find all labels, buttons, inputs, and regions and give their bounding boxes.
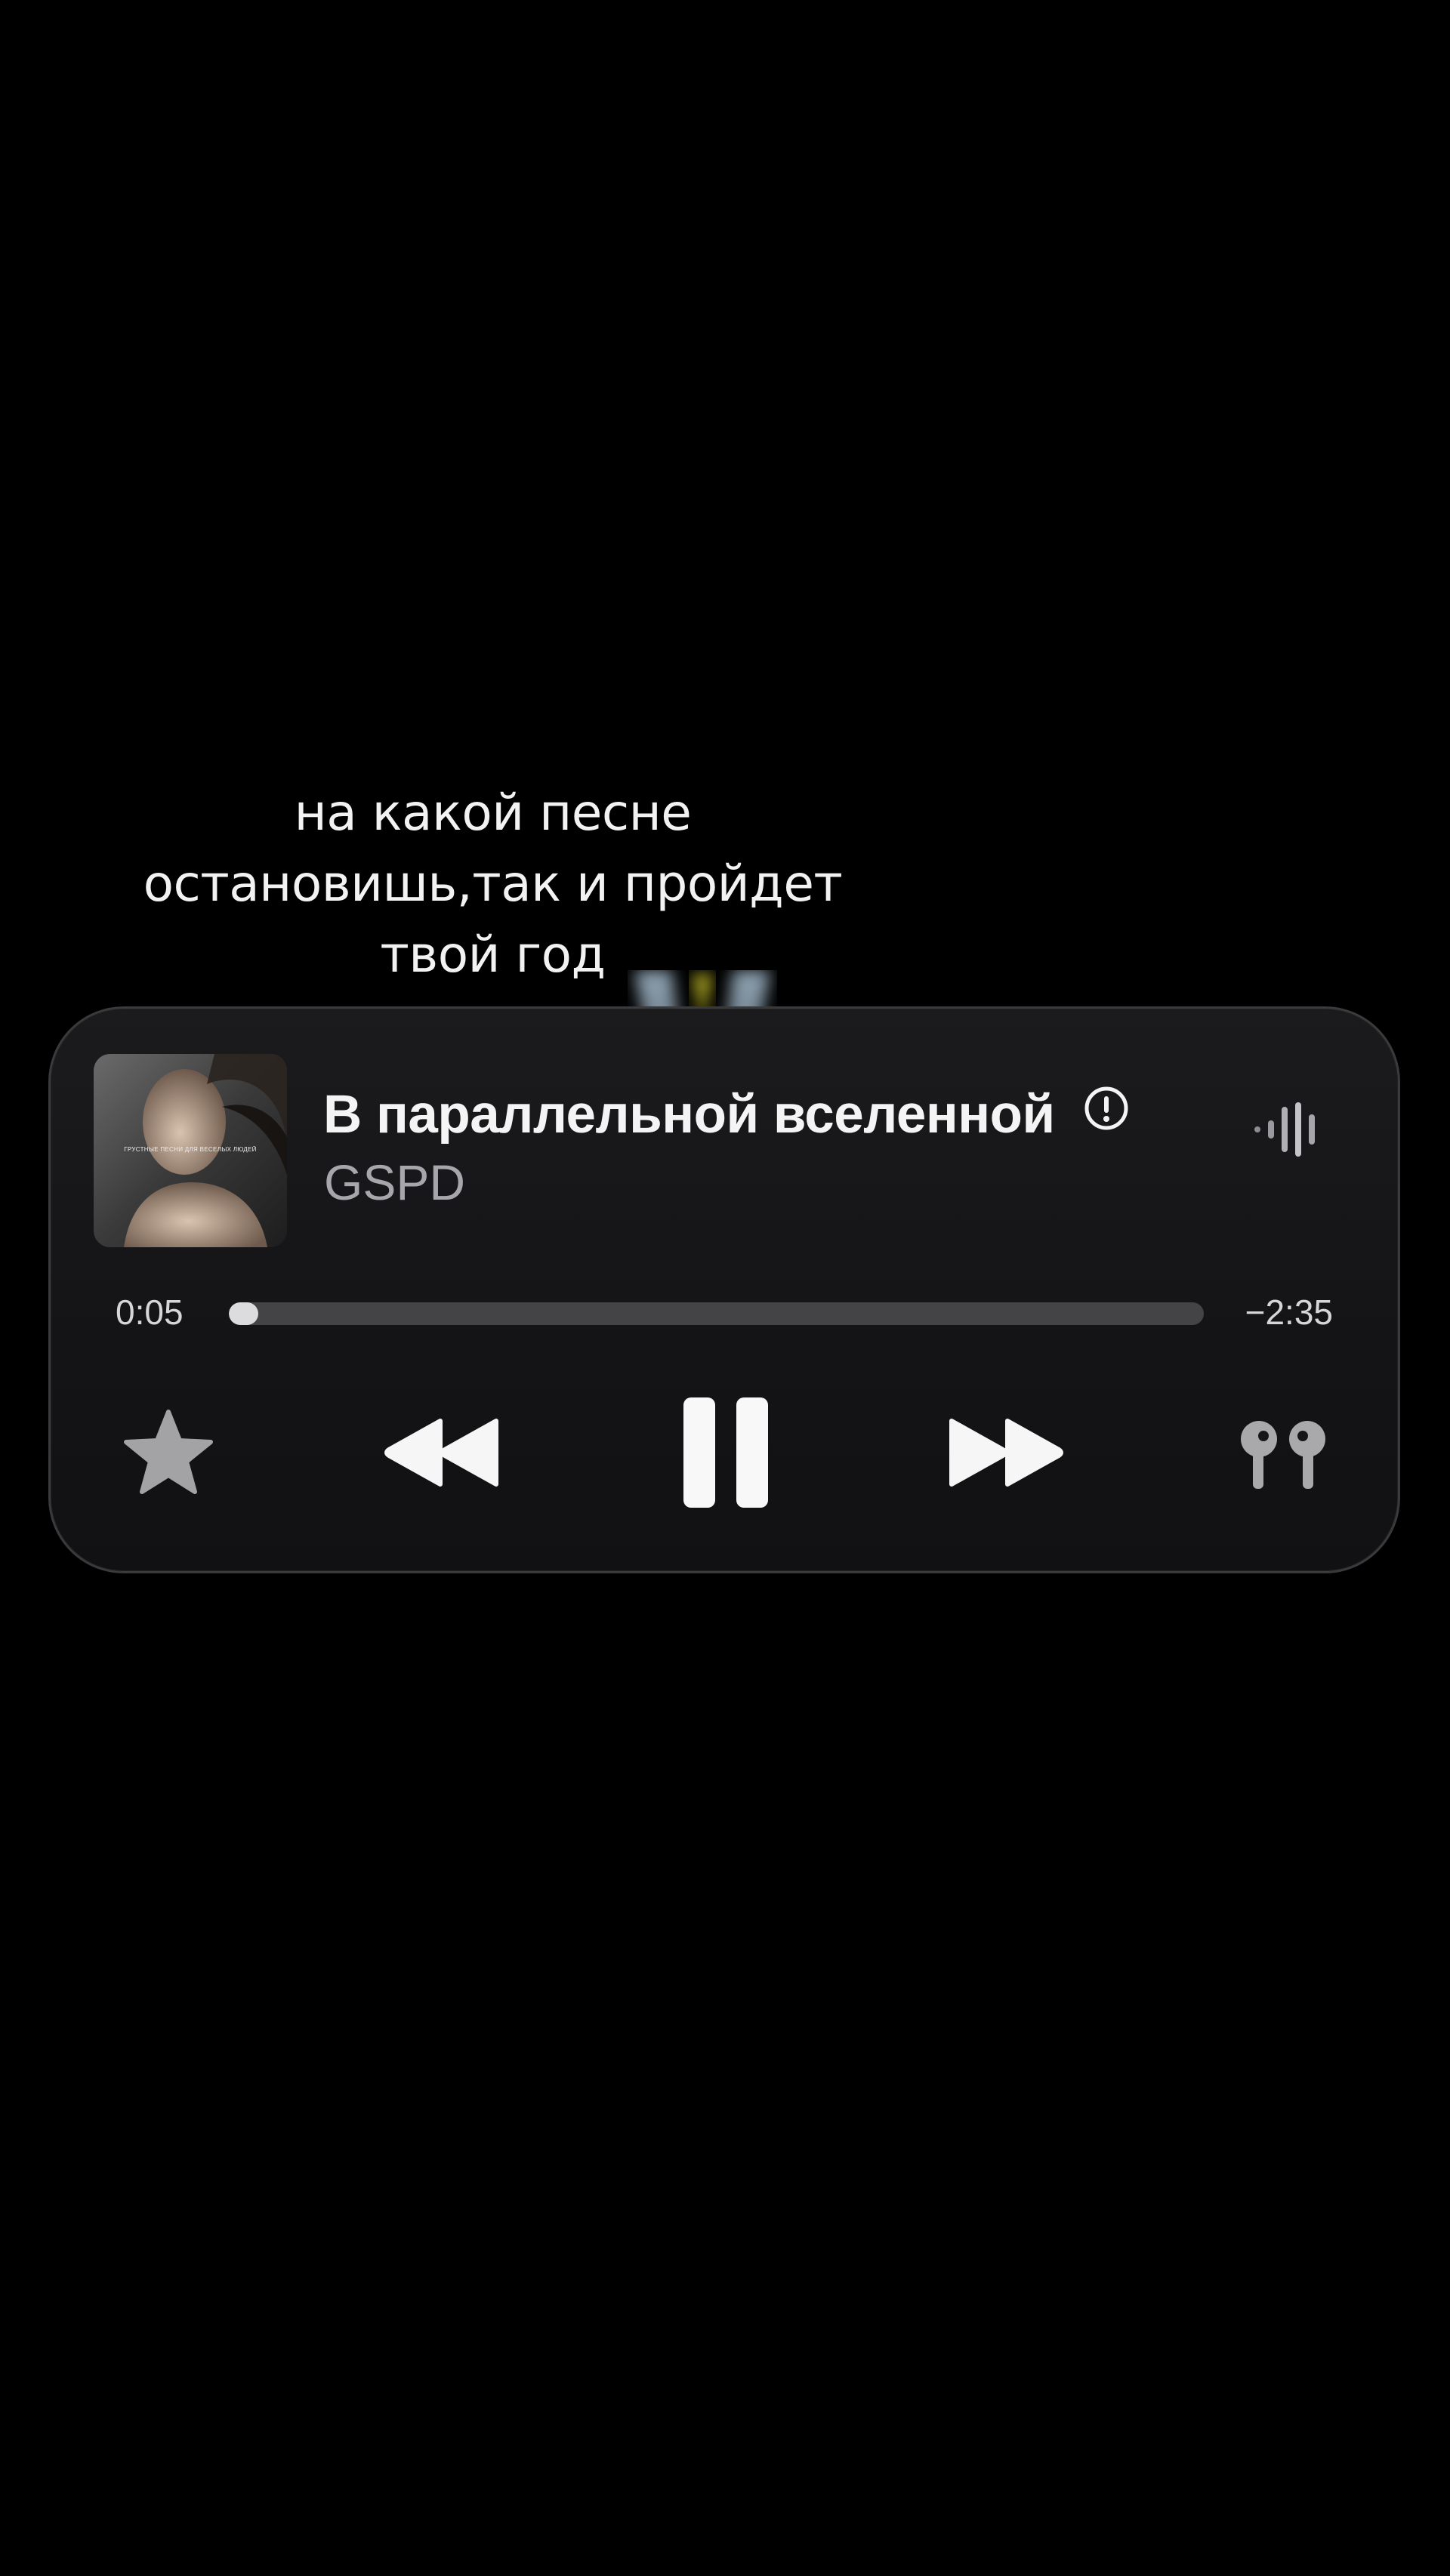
album-art-text: ГРУСТНЫЕ ПЕСНИ ДЛЯ ВЕСЕЛЫХ ЛЮДЕЙ	[124, 1146, 257, 1153]
track-title: В параллельной вселенной	[323, 1085, 1055, 1145]
pause-button[interactable]	[680, 1396, 771, 1513]
progress-fill	[229, 1302, 258, 1325]
album-art[interactable]: ГРУСТНЫЕ ПЕСНИ ДЛЯ ВЕСЕЛЫХ ЛЮДЕЙ	[94, 1054, 287, 1247]
time-elapsed: 0:05	[116, 1293, 184, 1332]
favorite-button[interactable]	[123, 1409, 214, 1499]
track-title-row[interactable]: В параллельной вселенной	[323, 1084, 1130, 1145]
progress-bar[interactable]	[229, 1302, 1204, 1325]
fast-forward-icon	[949, 1419, 1063, 1487]
caption-line-2: остановишь,так и пройдет	[143, 855, 843, 913]
fast-forward-button[interactable]	[946, 1415, 1066, 1494]
caption-line-1: на какой песне	[294, 784, 692, 842]
airpods-output-button[interactable]	[1230, 1416, 1336, 1496]
airpods-icon	[1241, 1421, 1325, 1489]
artist-name[interactable]: GSPD	[324, 1154, 465, 1211]
waveform-icon[interactable]	[1251, 1099, 1327, 1163]
caption-line-3: твой год	[380, 926, 606, 984]
story-caption: на какой песне остановишь,так и пройдет …	[0, 778, 986, 991]
explicit-icon	[1083, 1083, 1130, 1145]
rewind-icon	[384, 1419, 498, 1487]
time-remaining: −2:35	[1245, 1293, 1333, 1332]
now-playing-widget: ГРУСТНЫЕ ПЕСНИ ДЛЯ ВЕСЕЛЫХ ЛЮДЕЙ В парал…	[48, 1006, 1400, 1573]
star-icon	[124, 1410, 213, 1494]
rewind-button[interactable]	[381, 1415, 502, 1494]
pause-icon	[683, 1397, 768, 1508]
